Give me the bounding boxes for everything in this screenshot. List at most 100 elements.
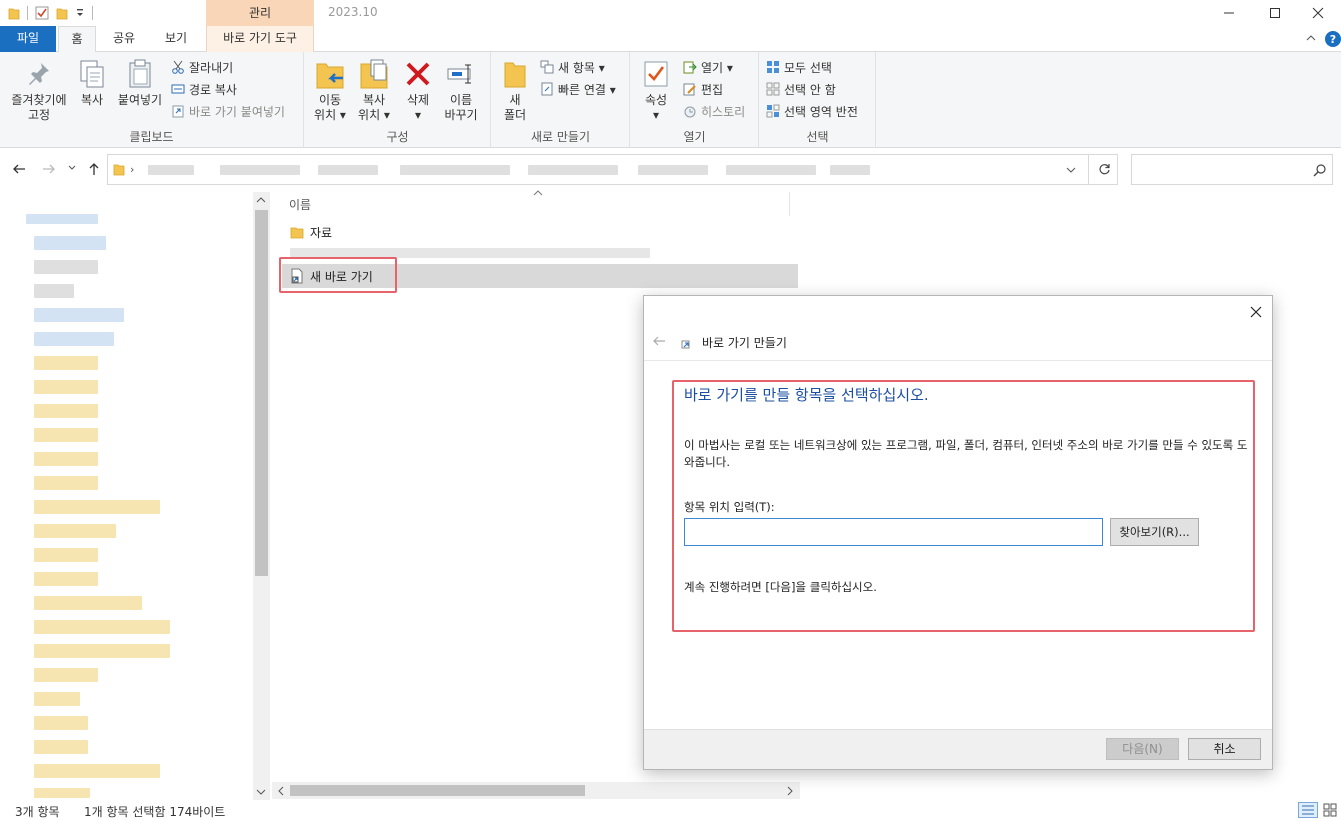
copy-button[interactable]: 복사 bbox=[74, 58, 110, 108]
customize-qat-icon[interactable] bbox=[75, 6, 85, 20]
item-count: 3개 항목 bbox=[15, 805, 60, 819]
clipboard-group-label: 클립보드 bbox=[129, 130, 174, 144]
properties-checkbox-icon[interactable] bbox=[35, 6, 49, 20]
new-item-button[interactable]: 새 항목 ▾ bbox=[540, 57, 605, 77]
dialog-footer: 다음(N) 취소 bbox=[644, 729, 1272, 769]
scroll-right-chevron-icon[interactable] bbox=[786, 786, 794, 796]
minimize-button[interactable] bbox=[1206, 0, 1252, 26]
copy-icon bbox=[77, 58, 107, 90]
easy-access-icon bbox=[540, 82, 554, 96]
sort-ascending-icon bbox=[533, 190, 543, 197]
tab-file[interactable]: 파일 bbox=[0, 26, 56, 52]
scroll-up-chevron-icon[interactable] bbox=[256, 196, 266, 204]
paste-shortcut-icon bbox=[171, 104, 185, 118]
move-to-icon bbox=[315, 58, 345, 90]
history-button[interactable]: 히스토리 bbox=[683, 101, 745, 121]
column-header-name[interactable]: 이름 bbox=[289, 196, 311, 213]
tab-view[interactable]: 보기 bbox=[156, 26, 196, 52]
open-button[interactable]: 열기 ▾ bbox=[683, 57, 733, 77]
select-group: 모두 선택 선택 안 함 선택 영역 반전 선택 bbox=[760, 52, 876, 148]
maximize-button[interactable] bbox=[1252, 0, 1298, 26]
new-group-label: 새로 만들기 bbox=[530, 130, 590, 144]
rename-button[interactable]: 이름 바꾸기 bbox=[441, 58, 481, 123]
invert-selection-button[interactable]: 선택 영역 반전 bbox=[766, 101, 858, 121]
close-button[interactable] bbox=[1295, 0, 1341, 26]
select-all-button[interactable]: 모두 선택 bbox=[766, 57, 832, 77]
cancel-button[interactable]: 취소 bbox=[1188, 738, 1261, 760]
search-box[interactable] bbox=[1131, 154, 1333, 185]
search-icon bbox=[1313, 164, 1326, 177]
invert-selection-icon bbox=[766, 104, 780, 118]
details-view-icon[interactable] bbox=[1298, 802, 1318, 818]
new-folder-icon[interactable] bbox=[56, 6, 68, 20]
pin-to-quick-access-button[interactable]: 즐겨찾기에 고정 bbox=[6, 58, 72, 123]
easy-access-button[interactable]: 빠른 연결 ▾ bbox=[540, 79, 616, 99]
edit-button[interactable]: 편집 bbox=[683, 79, 723, 99]
ribbon: 즐겨찾기에 고정 복사 붙여넣기 잘라내기 경로 복사 바로 가기 붙여넣기 클… bbox=[0, 52, 1341, 148]
history-icon bbox=[683, 104, 697, 118]
shortcut-wizard-icon bbox=[680, 338, 692, 350]
folder-icon bbox=[290, 226, 304, 239]
large-icons-view-icon[interactable] bbox=[1322, 802, 1338, 818]
address-dropdown-chevron-icon[interactable] bbox=[1066, 166, 1076, 174]
copy-to-icon bbox=[359, 58, 389, 90]
title-bar: 관리 2023.10 bbox=[0, 0, 1341, 26]
paste-button[interactable]: 붙여넣기 bbox=[114, 58, 166, 108]
open-group-label: 열기 bbox=[683, 130, 706, 144]
select-none-button[interactable]: 선택 안 함 bbox=[766, 79, 836, 99]
navigation-pane[interactable] bbox=[0, 192, 271, 800]
dialog-title: 바로 가기 만들기 bbox=[702, 336, 787, 350]
status-bar: 3개 항목 1개 항목 선택함 174바이트 bbox=[0, 800, 1341, 820]
list-item[interactable]: 자료 bbox=[290, 221, 332, 243]
tab-shortcut-tools[interactable]: 바로 가기 도구 bbox=[206, 26, 314, 52]
navigation-scroll-thumb[interactable] bbox=[255, 210, 268, 576]
breadcrumb-separator-icon: › bbox=[130, 163, 135, 176]
copy-to-button[interactable]: 복사 위치 ▾ bbox=[353, 58, 395, 123]
collapse-ribbon-icon[interactable] bbox=[1305, 32, 1317, 44]
new-folder-button[interactable]: 새 폴더 bbox=[498, 58, 532, 123]
horizontal-scroll-thumb[interactable] bbox=[290, 785, 585, 796]
tab-home[interactable]: 홈 bbox=[58, 26, 96, 53]
forward-arrow-icon[interactable] bbox=[42, 162, 56, 176]
manage-context-tab-header: 관리 bbox=[206, 0, 314, 26]
organize-group-label: 구성 bbox=[386, 130, 409, 144]
up-arrow-icon[interactable] bbox=[87, 162, 101, 176]
organize-group: 이동 위치 ▾ 복사 위치 ▾ 삭제 ▾ 이름 바꾸기 구성 bbox=[305, 52, 491, 148]
scissors-icon bbox=[171, 60, 185, 74]
delete-button[interactable]: 삭제 ▾ bbox=[401, 58, 435, 123]
highlight-box bbox=[672, 380, 1255, 632]
cut-button[interactable]: 잘라내기 bbox=[171, 57, 233, 77]
column-divider bbox=[789, 192, 790, 216]
selection-info: 1개 항목 선택함 174바이트 bbox=[84, 805, 226, 819]
window-title: 2023.10 bbox=[328, 5, 378, 19]
highlight-box bbox=[279, 257, 397, 293]
tab-share[interactable]: 공유 bbox=[104, 26, 144, 52]
back-arrow-icon[interactable] bbox=[12, 162, 26, 176]
copy-path-button[interactable]: 경로 복사 bbox=[171, 79, 237, 99]
address-bar[interactable]: › bbox=[107, 154, 1118, 185]
paste-shortcut-button[interactable]: 바로 가기 붙여넣기 bbox=[171, 101, 285, 121]
pin-icon bbox=[24, 58, 54, 90]
next-button[interactable]: 다음(N) bbox=[1106, 738, 1179, 760]
help-icon[interactable]: ? bbox=[1325, 31, 1341, 47]
new-group: 새 폴더 새 항목 ▾ 빠른 연결 ▾ 새로 만들기 bbox=[492, 52, 630, 148]
select-all-icon bbox=[766, 60, 780, 74]
copy-path-icon bbox=[171, 82, 185, 96]
new-item-icon bbox=[540, 60, 554, 74]
open-group: 속성 ▾ 열기 ▾ 편집 히스토리 열기 bbox=[631, 52, 759, 148]
scroll-down-chevron-icon[interactable] bbox=[256, 788, 266, 796]
paste-icon bbox=[125, 58, 155, 90]
new-folder-icon bbox=[500, 58, 530, 90]
select-none-icon bbox=[766, 82, 780, 96]
wizard-back-arrow-icon[interactable] bbox=[652, 335, 666, 347]
properties-check-icon bbox=[641, 58, 671, 90]
refresh-icon[interactable] bbox=[1098, 163, 1111, 176]
recent-locations-chevron-icon[interactable] bbox=[68, 164, 76, 172]
select-group-label: 선택 bbox=[806, 130, 829, 144]
file-list-horizontal-scrollbar[interactable] bbox=[272, 782, 800, 799]
navigation-pane-scrollbar[interactable] bbox=[253, 192, 270, 800]
properties-button[interactable]: 속성 ▾ bbox=[639, 58, 673, 123]
move-to-button[interactable]: 이동 위치 ▾ bbox=[309, 58, 351, 123]
scroll-left-chevron-icon[interactable] bbox=[277, 786, 285, 796]
dialog-close-icon[interactable] bbox=[1250, 306, 1262, 318]
